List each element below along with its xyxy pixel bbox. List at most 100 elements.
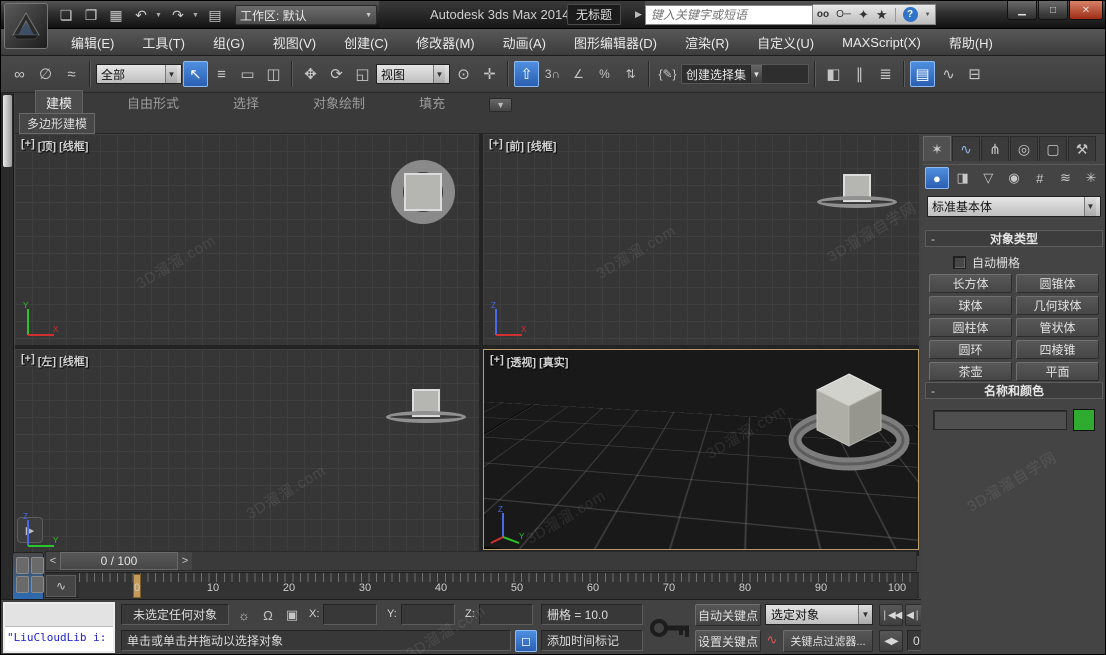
reference-coordinate-dropdown[interactable]: 视图 bbox=[376, 64, 450, 84]
edit-named-selection-sets-icon[interactable] bbox=[655, 61, 680, 87]
menu-customize[interactable]: 自定义(U) bbox=[743, 29, 828, 56]
viewport-shading-button[interactable]: [线框] bbox=[527, 138, 556, 154]
isolate-selection-icon[interactable] bbox=[515, 630, 537, 652]
set-key-button[interactable]: 设置关键点 bbox=[695, 630, 761, 652]
object-type-rollout-header[interactable]: - 对象类型 bbox=[925, 230, 1103, 247]
rectangular-selection-region-icon[interactable] bbox=[235, 61, 260, 87]
plane-button[interactable]: 平面 bbox=[1016, 362, 1099, 381]
selection-lock-toggle-icon[interactable] bbox=[257, 605, 279, 625]
search-expand-icon[interactable]: ▶ bbox=[635, 9, 642, 20]
tab-display-icon[interactable] bbox=[1039, 136, 1067, 161]
unlink-selection-icon[interactable] bbox=[33, 61, 58, 87]
viewport-view-button[interactable]: [前] bbox=[506, 138, 524, 154]
favorites-star-icon[interactable] bbox=[876, 7, 888, 23]
curve-editor-icon[interactable] bbox=[936, 61, 961, 87]
help-dropdown-icon[interactable] bbox=[925, 12, 931, 18]
close-button[interactable] bbox=[1069, 1, 1103, 20]
new-key-default-in-out-tangents-icon[interactable] bbox=[763, 630, 781, 650]
redo-dropdown-icon[interactable] bbox=[192, 12, 201, 19]
mirror-icon[interactable] bbox=[821, 61, 846, 87]
spinner-snap-icon[interactable] bbox=[618, 61, 643, 87]
ribbon-tab-object-paint[interactable]: 对象绘制 bbox=[303, 91, 375, 114]
viewport-view-button[interactable]: [顶] bbox=[38, 138, 56, 154]
name-color-rollout-header[interactable]: - 名称和颜色 bbox=[925, 382, 1103, 399]
autogrid-checkbox[interactable] bbox=[953, 256, 966, 269]
named-selection-set-dropdown[interactable]: 创建选择集 bbox=[681, 64, 809, 84]
track-bar[interactable]: 0 10 20 30 40 50 60 70 80 90 100 bbox=[45, 572, 919, 598]
box-button[interactable]: 长方体 bbox=[929, 274, 1012, 293]
help-icon[interactable]: ? bbox=[903, 7, 918, 22]
go-to-start-icon[interactable] bbox=[879, 604, 903, 626]
category-lights-icon[interactable] bbox=[976, 167, 1000, 189]
undo-icon[interactable] bbox=[130, 4, 152, 26]
torus-button[interactable]: 圆环 bbox=[929, 340, 1012, 359]
category-shapes-icon[interactable] bbox=[951, 167, 975, 189]
select-and-link-icon[interactable] bbox=[7, 61, 32, 87]
category-helpers-icon[interactable] bbox=[1028, 167, 1052, 189]
angle-snap-icon[interactable] bbox=[566, 61, 591, 87]
next-frame-button[interactable]: > bbox=[178, 552, 192, 570]
tab-hierarchy-icon[interactable] bbox=[981, 136, 1009, 161]
select-and-manipulate-icon[interactable] bbox=[477, 61, 502, 87]
torus-front-view[interactable] bbox=[817, 196, 897, 208]
collapse-icon[interactable]: - bbox=[931, 232, 935, 246]
time-slider[interactable]: < 0 / 100 > bbox=[45, 551, 917, 571]
viewport-top[interactable]: [+] [顶] [线框] Y X bbox=[15, 134, 479, 345]
viewport-menu-button[interactable]: [+] bbox=[489, 138, 503, 154]
menu-edit[interactable]: 编辑(E) bbox=[57, 29, 128, 56]
snaps-toggle-icon[interactable] bbox=[540, 61, 565, 87]
ribbon-minimize-dropdown-icon[interactable] bbox=[489, 98, 512, 112]
key-filters-button[interactable]: 关键点过滤器... bbox=[783, 630, 873, 652]
tab-motion-icon[interactable] bbox=[1010, 136, 1038, 161]
mini-curve-editor-button[interactable] bbox=[46, 575, 76, 597]
keyboard-shortcut-override-icon[interactable] bbox=[514, 61, 539, 87]
select-and-rotate-icon[interactable] bbox=[324, 61, 349, 87]
menu-graph-editors[interactable]: 图形编辑器(D) bbox=[560, 29, 671, 56]
viewport-view-button[interactable]: [左] bbox=[38, 353, 56, 369]
bind-to-space-warp-icon[interactable] bbox=[59, 61, 84, 87]
app-logo[interactable] bbox=[4, 3, 48, 49]
viewport-shading-button[interactable]: [线框] bbox=[59, 138, 88, 154]
viewport-menu-button[interactable]: [+] bbox=[21, 138, 35, 154]
viewport-shading-button[interactable]: [真实] bbox=[539, 354, 568, 370]
add-time-tag[interactable]: 添加时间标记 bbox=[541, 630, 643, 651]
macro-recorder-row[interactable] bbox=[5, 604, 113, 627]
select-and-scale-icon[interactable] bbox=[350, 61, 375, 87]
time-slider-thumb[interactable]: 0 / 100 bbox=[60, 552, 178, 570]
menu-rendering[interactable]: 渲染(R) bbox=[671, 29, 743, 56]
window-crossing-icon[interactable] bbox=[261, 61, 286, 87]
project-folder-icon[interactable] bbox=[204, 4, 226, 26]
collapse-icon[interactable]: - bbox=[931, 384, 935, 398]
minimize-button[interactable] bbox=[1007, 1, 1037, 20]
viewport-layout-tabs[interactable] bbox=[12, 552, 44, 601]
listener-row[interactable]: "LiuCloudLib i: bbox=[5, 627, 113, 649]
object-name-field[interactable] bbox=[933, 410, 1067, 430]
menu-animation[interactable]: 动画(A) bbox=[489, 29, 560, 56]
menu-tools[interactable]: 工具(T) bbox=[128, 29, 199, 56]
absolute-mode-transform-icon[interactable] bbox=[281, 605, 303, 625]
tab-utilities-icon[interactable] bbox=[1068, 136, 1096, 161]
left-scroll-strip[interactable] bbox=[1, 93, 14, 601]
selection-filter-dropdown[interactable]: 全部 bbox=[96, 64, 182, 84]
key-mode-toggle-icon[interactable] bbox=[879, 630, 903, 652]
teapot-button[interactable]: 茶壶 bbox=[929, 362, 1012, 381]
geometry-category-dropdown[interactable]: 标准基本体 bbox=[927, 196, 1101, 217]
ribbon-panel-polygon-modeling[interactable]: 多边形建模 bbox=[19, 113, 95, 134]
tab-create-icon[interactable] bbox=[923, 136, 951, 161]
scroll-thumb[interactable] bbox=[3, 95, 12, 167]
tube-button[interactable]: 管状体 bbox=[1016, 318, 1099, 337]
select-object-icon[interactable] bbox=[183, 61, 208, 87]
ribbon-tab-modeling[interactable]: 建模 bbox=[35, 90, 83, 114]
cylinder-button[interactable]: 圆柱体 bbox=[929, 318, 1012, 337]
percent-snap-icon[interactable] bbox=[592, 61, 617, 87]
menu-help[interactable]: 帮助(H) bbox=[935, 29, 1007, 56]
search-icon[interactable] bbox=[817, 9, 829, 20]
viewport-menu-button[interactable]: [+] bbox=[490, 354, 504, 370]
workspace-dropdown[interactable]: 工作区: 默认 bbox=[235, 5, 377, 25]
object-color-swatch[interactable] bbox=[1073, 409, 1095, 431]
viewport-menu-button[interactable]: [+] bbox=[21, 353, 35, 369]
menu-create[interactable]: 创建(C) bbox=[330, 29, 402, 56]
menu-group[interactable]: 组(G) bbox=[199, 29, 259, 56]
category-space-warps-icon[interactable] bbox=[1054, 167, 1078, 189]
maxscript-mini-listener[interactable]: "LiuCloudLib i: bbox=[3, 602, 115, 653]
